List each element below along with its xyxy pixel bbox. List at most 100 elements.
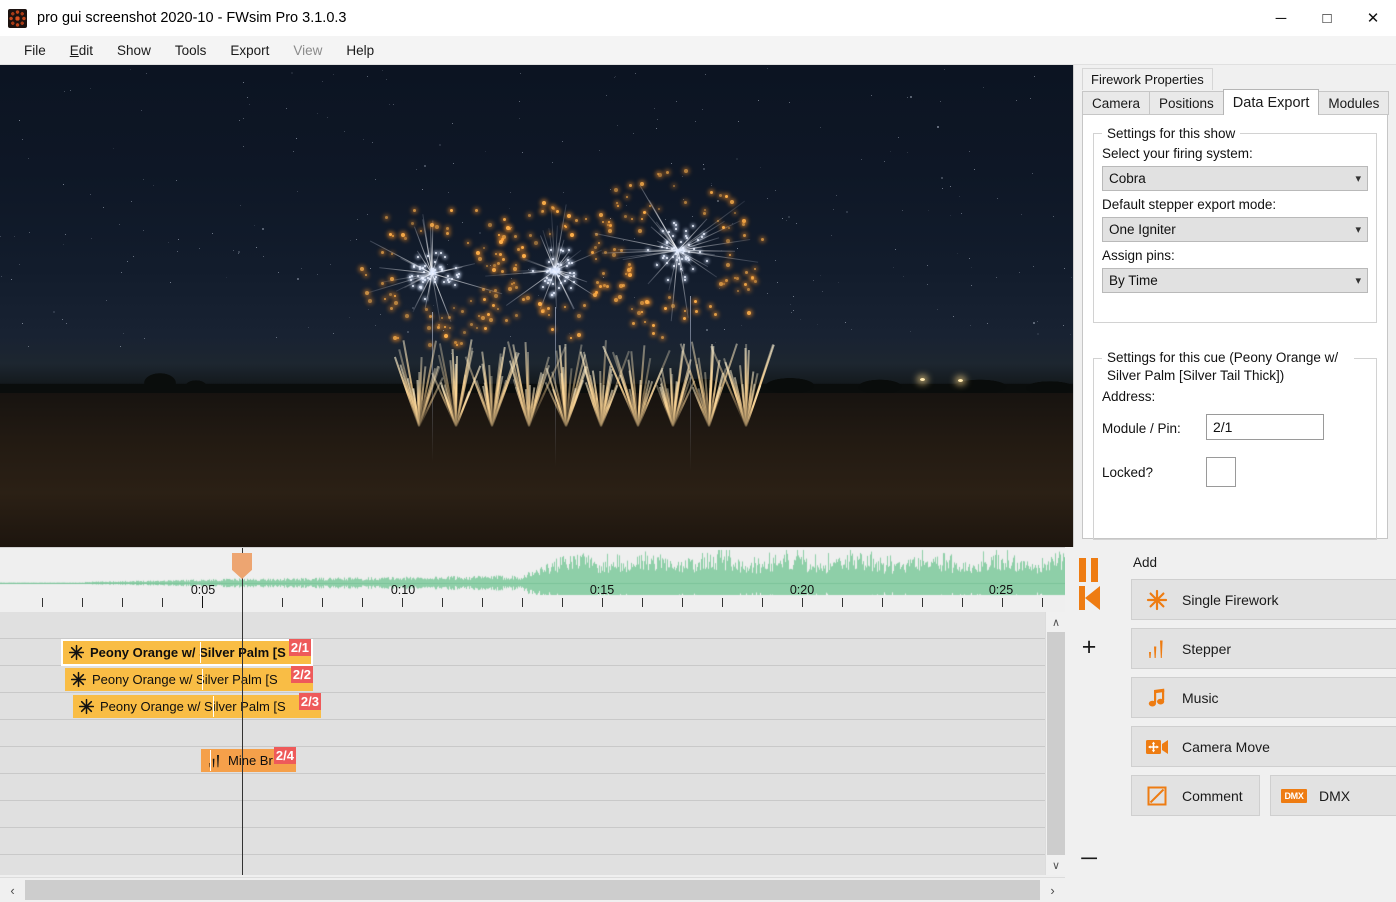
- ground-mine: [464, 346, 520, 428]
- add-button-label: DMX: [1319, 787, 1351, 804]
- tab-positions[interactable]: Positions: [1149, 91, 1224, 115]
- ground-mine: [679, 341, 738, 428]
- timeline-track-row[interactable]: [0, 612, 1045, 639]
- assign-pins-select[interactable]: By Time ▾: [1102, 268, 1368, 293]
- cue-label: Peony Orange w/ Silver Palm [S: [90, 645, 286, 660]
- minimize-button[interactable]: ─: [1258, 0, 1304, 36]
- menu-item-help[interactable]: Help: [334, 39, 386, 62]
- timeline-tracks[interactable]: Peony Orange w/ Silver Palm [S 2/1 Peony …: [0, 612, 1045, 875]
- scroll-right-button[interactable]: ›: [1040, 878, 1065, 902]
- ground-mine: [544, 343, 588, 428]
- add-button-label: Comment: [1182, 787, 1243, 804]
- ground-mine: [579, 340, 630, 428]
- ruler-tick: [642, 598, 643, 607]
- vertical-scroll-thumb[interactable]: [1047, 632, 1065, 855]
- timeline-cue[interactable]: Peony Orange w/ Silver Palm [S 2/3: [73, 693, 321, 718]
- single-firework-icon: [68, 670, 88, 690]
- ruler-tick: [282, 598, 283, 607]
- locked-checkbox[interactable]: [1206, 457, 1236, 487]
- add-button-label: Single Firework: [1182, 591, 1279, 608]
- add-stepper-button[interactable]: Stepper: [1131, 628, 1396, 669]
- music-note-icon: [1144, 685, 1170, 711]
- skip-to-start-button[interactable]: [1077, 585, 1101, 616]
- window-title: pro gui screenshot 2020-10 - FWsim Pro 3…: [37, 10, 347, 26]
- zoom-in-button[interactable]: +: [1065, 635, 1113, 660]
- tab-label: Data Export: [1232, 95, 1310, 111]
- firing-system-value: Cobra: [1109, 171, 1146, 186]
- timeline-track-row[interactable]: [0, 774, 1045, 801]
- scroll-up-button[interactable]: ∧: [1046, 612, 1066, 632]
- scroll-left-button[interactable]: ‹: [0, 878, 25, 902]
- timeline-track-row[interactable]: [0, 828, 1045, 855]
- cue-settings-group: Settings for this cue (Peony Orange w/ S…: [1093, 349, 1377, 540]
- timeline-vertical-scrollbar[interactable]: ∧ ∨: [1045, 612, 1066, 875]
- ground-plane: [0, 393, 1073, 547]
- add-dmx-button[interactable]: DMX DMX: [1270, 775, 1396, 816]
- menu-item-tools[interactable]: Tools: [163, 39, 219, 62]
- menu-item-file[interactable]: File: [12, 39, 58, 62]
- time-label: 0:20: [789, 583, 815, 597]
- cue-address-badge: 2/4: [273, 747, 296, 764]
- module-pin-input[interactable]: 2/1: [1206, 414, 1324, 440]
- window-controls: ─ □ ✕: [1258, 0, 1396, 36]
- pause-button[interactable]: [1077, 557, 1101, 588]
- add-camera-move-button[interactable]: Camera Move: [1131, 726, 1396, 767]
- scroll-down-button[interactable]: ∨: [1046, 855, 1066, 875]
- ruler-tick: [682, 598, 683, 607]
- camera-move-icon: [1144, 734, 1170, 760]
- ruler-tick: [962, 598, 963, 607]
- ruler-tick: [362, 598, 363, 607]
- ground-mine: [431, 336, 481, 428]
- tab-data-export[interactable]: Data Export: [1222, 89, 1320, 115]
- timeline-cue[interactable]: Mine Br 2/4: [201, 747, 296, 772]
- add-comment-button[interactable]: Comment: [1131, 775, 1260, 816]
- timeline-track-row[interactable]: [0, 720, 1045, 747]
- firework-properties-panel: Firework Properties Camera Positions Data …: [1073, 65, 1396, 547]
- ruler-tick: [802, 598, 803, 607]
- cue-split-line: [210, 750, 211, 771]
- timeline-horizontal-scrollbar[interactable]: ‹ ›: [0, 877, 1065, 902]
- cue-address-badge: 2/3: [298, 693, 321, 710]
- address-label: Address:: [1102, 389, 1156, 404]
- time-ruler[interactable]: [0, 596, 1065, 612]
- ruler-tick: [922, 598, 923, 607]
- zoom-out-button[interactable]: ─: [1065, 847, 1113, 869]
- ground-mine: [506, 341, 566, 428]
- stepper-export-mode-select[interactable]: One Igniter ▾: [1102, 217, 1368, 242]
- tab-camera[interactable]: Camera: [1082, 91, 1151, 115]
- tab-modules[interactable]: Modules: [1318, 91, 1390, 115]
- time-label: 0:10: [390, 583, 416, 597]
- ruler-tick: [1042, 598, 1043, 607]
- firing-system-select[interactable]: Cobra ▾: [1102, 166, 1368, 191]
- add-single-firework-button[interactable]: Single Firework: [1131, 579, 1396, 620]
- distant-light: [958, 379, 963, 382]
- transport-controls: + ─: [1065, 547, 1113, 902]
- timeline-track-row[interactable]: [0, 747, 1045, 774]
- ruler-tick: [442, 598, 443, 607]
- stepper-export-mode-value: One Igniter: [1109, 222, 1176, 237]
- timeline-cue[interactable]: Peony Orange w/ Silver Palm [S 2/1: [61, 639, 313, 666]
- properties-tab-strip: Camera Positions Data Export Modules: [1082, 89, 1390, 115]
- menu-item-export[interactable]: Export: [218, 39, 281, 62]
- menu-item-view[interactable]: View: [281, 39, 334, 62]
- add-music-button[interactable]: Music: [1131, 677, 1396, 718]
- menu-item-show[interactable]: Show: [105, 39, 163, 62]
- cue-split-line: [202, 669, 203, 690]
- audio-waveform[interactable]: [0, 548, 1065, 596]
- timeline-track-row[interactable]: [0, 801, 1045, 828]
- cue-split-line: [200, 642, 201, 663]
- assign-pins-label: Assign pins:: [1102, 248, 1175, 263]
- timeline-track-row[interactable]: [0, 855, 1045, 875]
- menu-item-edit[interactable]: Edit: [58, 39, 105, 62]
- show-settings-legend: Settings for this show: [1102, 125, 1241, 143]
- timeline-cue[interactable]: Peony Orange w/ Silver Palm [S 2/2: [65, 666, 313, 691]
- close-button[interactable]: ✕: [1350, 0, 1396, 36]
- maximize-button[interactable]: □: [1304, 0, 1350, 36]
- aerial-burst: [586, 158, 770, 342]
- horizontal-scroll-thumb[interactable]: [25, 880, 1040, 900]
- simulation-viewport[interactable]: [0, 65, 1073, 547]
- add-button-label: Stepper: [1182, 640, 1232, 657]
- ground-mine: [393, 340, 444, 428]
- data-export-tab-body: Settings for this show Select your firin…: [1082, 114, 1388, 540]
- add-button-label: Music: [1182, 689, 1219, 706]
